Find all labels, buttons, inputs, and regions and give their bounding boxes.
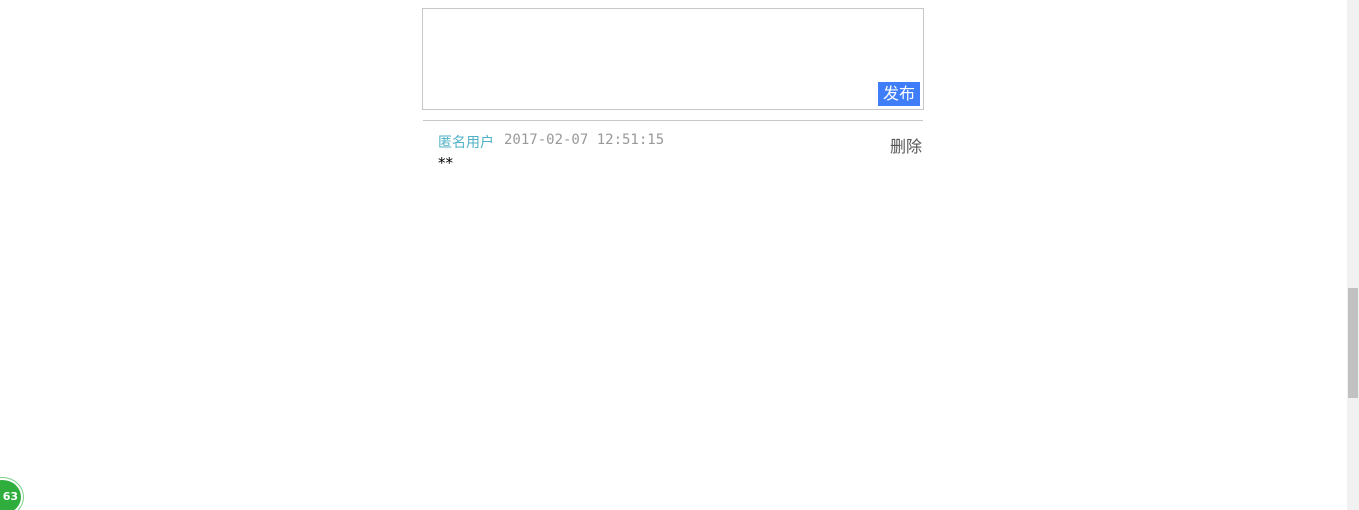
scrollbar-thumb[interactable] xyxy=(1348,288,1358,398)
page: 发布 匿名用户 2017-02-07 12:51:15 删除 ** 63 xyxy=(0,0,1359,510)
comment-item: 匿名用户 2017-02-07 12:51:15 删除 ** xyxy=(438,130,924,180)
floating-badge[interactable]: 63 xyxy=(0,478,23,510)
vertical-scrollbar[interactable] xyxy=(1347,0,1359,510)
comment-composer: 发布 xyxy=(422,8,924,110)
divider xyxy=(423,120,923,121)
comment-input[interactable] xyxy=(423,9,923,109)
comment-timestamp: 2017-02-07 12:51:15 xyxy=(504,132,665,148)
delete-comment-button[interactable]: 删除 xyxy=(890,133,922,157)
publish-button[interactable]: 发布 xyxy=(878,82,920,106)
comment-body: ** xyxy=(438,154,453,172)
comment-author[interactable]: 匿名用户 xyxy=(438,132,494,152)
